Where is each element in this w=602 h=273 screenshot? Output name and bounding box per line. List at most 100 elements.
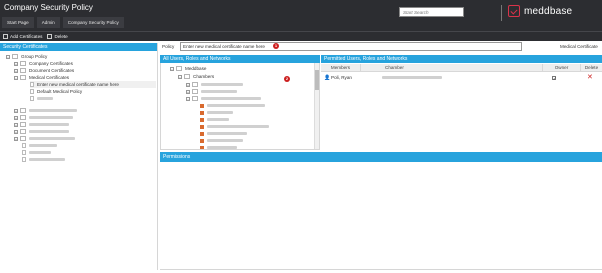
trash-icon	[47, 34, 53, 39]
column-members[interactable]: Members	[321, 64, 361, 72]
tree-item-group-policy[interactable]: − Group Policy	[6, 53, 47, 60]
tab-company-security-policy[interactable]: Company Security Policy	[62, 17, 124, 28]
search-input[interactable]	[399, 7, 464, 17]
step-marker-1: 1	[273, 43, 279, 49]
tree-item-blurred[interactable]: +	[14, 107, 77, 114]
tree-item-blurred[interactable]	[200, 144, 237, 149]
tree-item-blurred[interactable]	[200, 130, 247, 137]
certificate-type: Medical Certificate	[560, 44, 598, 49]
document-icon	[30, 96, 34, 101]
column-chamber[interactable]: Chamber	[361, 64, 543, 72]
brand-name: meddbase	[524, 5, 573, 17]
tree-item-document-certificates[interactable]: + Document Certificates	[14, 67, 74, 74]
tree-item-blurred[interactable]	[200, 137, 243, 144]
tree-item-blurred[interactable]	[22, 149, 51, 156]
user-icon	[200, 110, 204, 115]
expand-icon[interactable]: +	[14, 129, 18, 134]
folder-icon	[20, 68, 26, 73]
tree-item-medical-certificates[interactable]: − Medical Certificates	[14, 74, 69, 81]
delete-row-icon[interactable]: ✕	[587, 74, 593, 81]
tree-item-blurred[interactable]	[200, 109, 233, 116]
user-icon: 👤	[324, 75, 331, 81]
header-divider	[501, 5, 502, 21]
document-icon	[22, 143, 26, 148]
tree-item-blurred[interactable]: +	[14, 135, 75, 142]
tab-admin[interactable]: Admin	[36, 17, 60, 28]
user-icon	[200, 131, 204, 136]
owner-checkbox[interactable]: ✓	[552, 76, 556, 81]
tree-item-blurred[interactable]	[30, 95, 53, 102]
tree-item-company-certificates[interactable]: + Company Certificates	[14, 60, 73, 67]
tree-item-new-medical-certificate[interactable]: Enter new medical certificate name here	[30, 81, 156, 88]
tree-item-blurred[interactable]	[22, 142, 57, 149]
tree-item-blurred[interactable]	[200, 116, 229, 123]
delete-button[interactable]: Delete	[47, 34, 68, 39]
tree-item-blurred[interactable]: +	[186, 88, 237, 95]
expand-icon[interactable]: +	[14, 136, 18, 141]
tree-scrollbar[interactable]	[314, 63, 319, 149]
table-row[interactable]: 👤 Poli, Ryan ✓ ✕	[321, 73, 602, 83]
tree-item-blurred[interactable]: +	[14, 128, 69, 135]
collapse-icon[interactable]: −	[6, 54, 10, 59]
redacted-text	[29, 144, 57, 147]
tree-item-label: Company Certificates	[29, 61, 73, 66]
redacted-text	[201, 83, 243, 86]
document-icon	[22, 150, 26, 155]
redacted-text	[207, 139, 243, 142]
redacted-text	[382, 76, 442, 79]
redacted-text	[201, 97, 261, 100]
permitted-users-columns: Members Chamber Owner Delete	[321, 64, 602, 72]
collapse-icon[interactable]: −	[186, 96, 190, 101]
policy-label: Policy	[162, 44, 175, 49]
expand-icon[interactable]: +	[186, 82, 190, 87]
toolbar: Add Certificates Delete	[0, 31, 602, 41]
permissions-header: Permissions	[160, 152, 602, 162]
scroll-thumb[interactable]	[315, 70, 319, 90]
redacted-text	[29, 130, 69, 133]
document-icon	[22, 157, 26, 162]
document-icon	[30, 89, 34, 94]
collapse-icon[interactable]: −	[178, 74, 182, 79]
tree-item-blurred[interactable]: +	[14, 114, 73, 121]
expand-icon[interactable]: +	[14, 108, 18, 113]
tree-item-default-medical-policy[interactable]: Default Medical Policy	[30, 88, 82, 95]
tree-item-blurred[interactable]	[22, 156, 65, 163]
tab-start-page[interactable]: Start Page	[2, 17, 34, 28]
user-icon	[200, 103, 204, 108]
tree-item-blurred[interactable]	[200, 102, 265, 109]
column-delete[interactable]: Delete	[581, 64, 602, 72]
folder-icon	[20, 122, 26, 127]
step-marker-2: 2	[284, 76, 290, 82]
column-owner[interactable]: Owner	[543, 64, 581, 72]
add-icon	[3, 34, 8, 39]
document-icon	[30, 82, 34, 87]
collapse-icon[interactable]: −	[170, 66, 174, 71]
tree-item-blurred[interactable]: +	[186, 81, 243, 88]
add-certificates-button[interactable]: Add Certificates	[3, 34, 42, 39]
redacted-text	[29, 158, 65, 161]
tree-item-blurred[interactable]: −	[186, 95, 261, 102]
expand-icon[interactable]: +	[14, 61, 18, 66]
tree-item-meddbase[interactable]: − Meddbase	[170, 65, 206, 72]
redacted-text	[207, 132, 247, 135]
all-users-tree: − Meddbase − Chambers + + −	[160, 63, 320, 150]
user-icon	[200, 145, 204, 149]
expand-icon[interactable]: +	[186, 89, 190, 94]
redacted-text	[207, 104, 265, 107]
folder-icon	[12, 54, 18, 59]
user-icon	[200, 124, 204, 129]
tree-item-chambers[interactable]: − Chambers	[178, 73, 214, 80]
chamber-value	[382, 76, 442, 79]
tree-item-label: Default Medical Policy	[37, 89, 83, 94]
delete-label: Delete	[54, 34, 68, 39]
tree-item-blurred[interactable]	[200, 123, 269, 130]
expand-icon[interactable]: +	[14, 115, 18, 120]
tree-item-blurred[interactable]: +	[14, 121, 69, 128]
expand-icon[interactable]: +	[14, 68, 18, 73]
expand-icon[interactable]: +	[14, 122, 18, 127]
folder-icon	[192, 82, 198, 87]
folder-icon	[20, 75, 26, 80]
redacted-text	[29, 151, 51, 154]
policy-name-field[interactable]	[180, 42, 522, 51]
collapse-icon[interactable]: −	[14, 75, 18, 80]
